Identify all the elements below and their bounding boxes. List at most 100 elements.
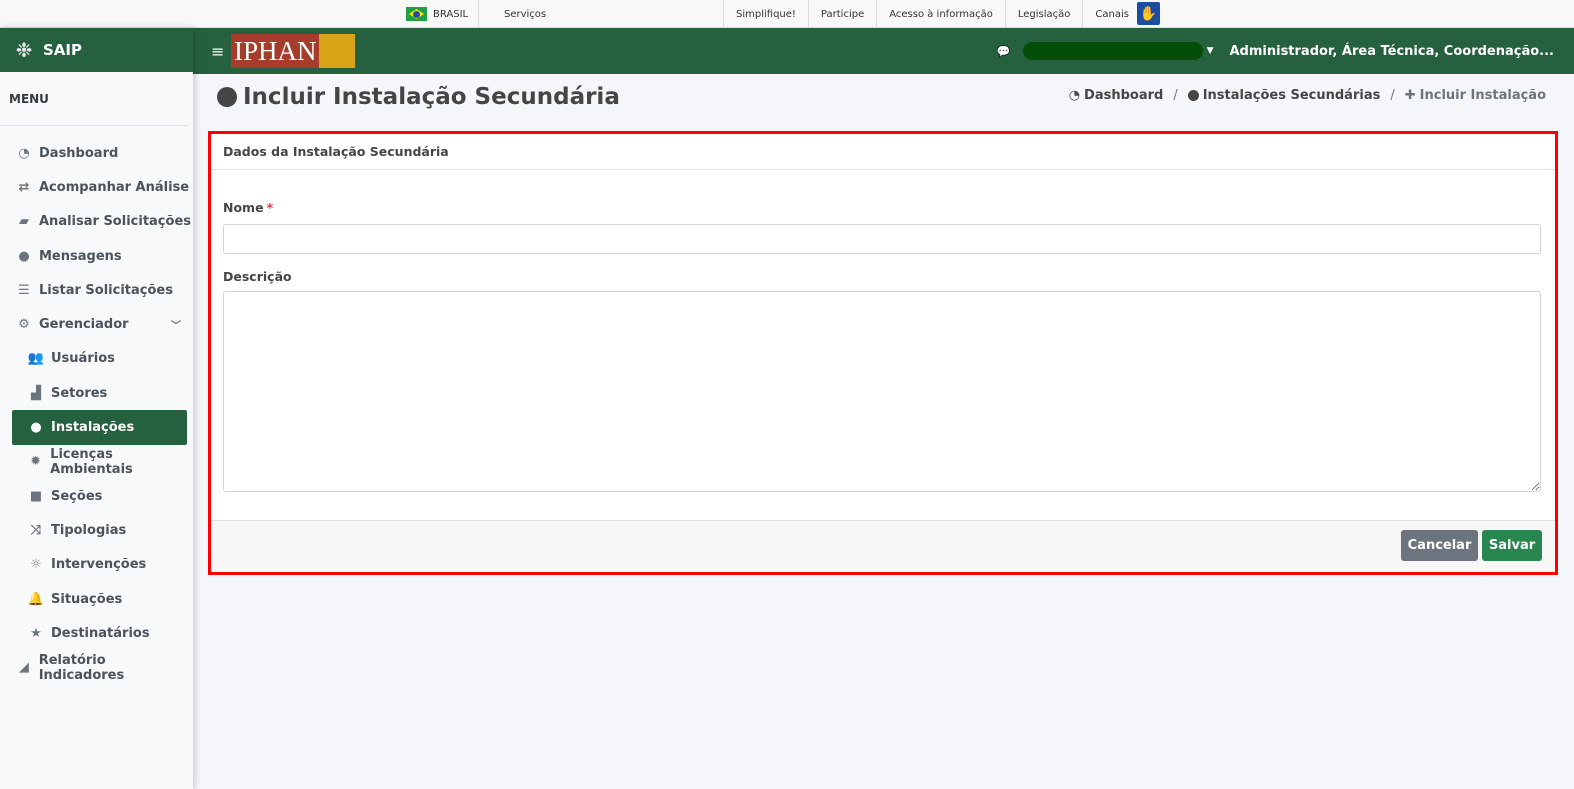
sidebar-item-intervencoes[interactable]: ☼ Intervenções	[0, 548, 193, 582]
sidebar-item-setores[interactable]: ▟ Setores	[0, 376, 193, 410]
nome-label: Nome *	[223, 200, 1541, 215]
user-name[interactable]: Administrador, Área Técnica, Coordenação…	[1229, 44, 1554, 59]
sidebar-item-dashboard[interactable]: ◔ Dashboard	[0, 136, 193, 170]
breadcrumb-dashboard[interactable]: Dashboard	[1084, 88, 1163, 103]
circle-icon	[217, 87, 237, 107]
gov-link-canais[interactable]: Canais	[1082, 0, 1141, 28]
breadcrumb-separator: /	[1390, 88, 1395, 103]
star-icon: ★	[30, 625, 42, 641]
top-navbar: ≡ IPHAN 💬 ▼ Administrador, Área Técnica,…	[193, 28, 1574, 74]
dashboard-icon: ◔	[18, 145, 30, 161]
sidebar-item-label: Gerenciador	[39, 317, 129, 333]
circle-icon	[1187, 90, 1199, 101]
gov-brasil-link[interactable]: BRASIL	[406, 0, 480, 28]
hamburger-menu-icon[interactable]: ≡	[211, 42, 227, 61]
exchange-icon: ⇄	[18, 179, 30, 195]
accessibility-hands-icon[interactable]: ✋	[1137, 2, 1160, 25]
descricao-textarea[interactable]	[223, 291, 1541, 492]
sidebar-item-tipologias[interactable]: ⤨ Tipologias	[0, 513, 193, 547]
gov-link-acesso[interactable]: Acesso à informação	[876, 0, 1005, 28]
sidebar-item-mensagens[interactable]: ● Mensagens	[0, 239, 193, 273]
sidebar-item-label: Licenças Ambientais	[50, 446, 133, 477]
card-body: Nome * Descrição	[211, 170, 1555, 496]
industry-icon: ▟	[31, 385, 41, 401]
gov-link-participe[interactable]: Participe	[807, 0, 876, 28]
sidebar-item-label: Intervenções	[51, 557, 147, 573]
descricao-label: Descrição	[223, 269, 292, 284]
sidebar: ❉ SAIP MENU ◔ Dashboard ⇄ Acompanhar Aná…	[0, 28, 193, 789]
page-title-text: Incluir Instalação Secundária	[243, 84, 620, 110]
certificate-icon: ✹	[30, 454, 42, 470]
brand-name: SAIP	[43, 41, 82, 59]
breadcrumb-current: Incluir Instalação	[1419, 88, 1546, 103]
iphan-logo: IPHAN	[231, 34, 355, 68]
sidebar-item-label: Mensagens	[39, 248, 122, 264]
sidebar-item-label: Instalações	[51, 420, 135, 436]
iphan-logo-emblem	[318, 34, 355, 68]
caret-down-icon[interactable]: ▼	[1207, 46, 1214, 56]
sidebar-item-gerenciador[interactable]: ⚙ Gerenciador ﹀	[0, 307, 193, 341]
form-card: Dados da Instalação Secundária Nome * Des…	[208, 131, 1558, 575]
sidebar-item-label: Usuários	[51, 351, 115, 367]
navbar-right: 💬 ▼ Administrador, Área Técnica, Coorden…	[997, 28, 1554, 74]
sidebar-item-situacoes[interactable]: 🔔 Situações	[0, 582, 193, 616]
gov-brasil-label: BRASIL	[433, 8, 469, 20]
sidebar-item-usuarios[interactable]: 👥 Usuários	[0, 342, 193, 376]
brand[interactable]: ❉ SAIP	[0, 28, 193, 72]
menu-title: MENU	[0, 72, 188, 126]
required-mark: *	[266, 200, 274, 215]
list-icon: ☰	[18, 282, 30, 298]
sidebar-item-label: Destinatários	[51, 625, 150, 641]
sidebar-item-destinatarios[interactable]: ★ Destinatários	[0, 616, 193, 650]
nome-label-text: Nome	[223, 200, 264, 215]
saip-logo-icon: ❉	[15, 38, 33, 62]
sidebar-item-label: Situações	[51, 591, 123, 607]
sidebar-item-analisar[interactable]: ▰ Analisar Solicitações	[0, 205, 193, 239]
area-chart-icon: ◢	[18, 660, 29, 676]
sidebar-item-secoes[interactable]: ■ Seções	[0, 479, 193, 513]
redacted-user-field[interactable]	[1022, 42, 1203, 60]
comments-icon: ●	[18, 248, 30, 264]
comment-icon[interactable]: 💬	[997, 45, 1011, 58]
sidebar-item-label: Acompanhar Análise	[39, 179, 190, 195]
random-icon: ⤨	[30, 522, 42, 538]
sun-icon: ☼	[30, 557, 42, 573]
gov-link-simplifique[interactable]: Simplifique!	[723, 0, 808, 28]
sidebar-item-label: Seções	[51, 488, 103, 504]
page-title: Incluir Instalação Secundária	[217, 84, 620, 110]
sidebar-item-label: Setores	[51, 385, 108, 401]
sidebar-item-relatorio[interactable]: ◢ Relatório Indicadores	[0, 650, 193, 684]
square-icon: ■	[29, 488, 43, 504]
sidebar-item-instalacoes[interactable]: ● Instalações	[12, 410, 187, 445]
sidebar-item-label: Listar Solicitações	[39, 282, 173, 298]
gov-services-link[interactable]: Serviços	[504, 0, 546, 28]
breadcrumb-separator: /	[1173, 88, 1178, 103]
gov-links: Simplifique! Participe Acesso à informaç…	[723, 0, 1141, 28]
brazil-flag-icon	[406, 7, 427, 21]
nome-input[interactable]	[223, 224, 1541, 254]
users-icon: 👥	[27, 351, 45, 367]
sidebar-item-listar[interactable]: ☰ Listar Solicitações	[0, 273, 193, 307]
save-button[interactable]: Salvar	[1482, 530, 1542, 561]
gov-link-legislacao[interactable]: Legislação	[1004, 0, 1083, 28]
circle-icon: ●	[30, 420, 42, 436]
sidebar-item-acompanhar[interactable]: ⇄ Acompanhar Análise	[0, 170, 193, 204]
sidebar-item-label: Relatório Indicadores	[38, 652, 125, 683]
sidebar-item-licencas[interactable]: ✹ Licenças Ambientais	[0, 445, 193, 479]
sidebar-item-label: Analisar Solicitações	[39, 214, 191, 230]
sidebar-item-label: Dashboard	[39, 145, 119, 161]
iphan-logo-text: IPHAN	[231, 34, 319, 68]
cogs-icon: ⚙	[18, 317, 30, 333]
breadcrumb: ◔ Dashboard / Instalações Secundárias / …	[1069, 88, 1546, 103]
card-title: Dados da Instalação Secundária	[211, 134, 1555, 170]
book-icon: ▰	[19, 214, 29, 230]
card-footer: Cancelar Salvar	[211, 520, 1555, 572]
breadcrumb-instalacoes[interactable]: Instalações Secundárias	[1203, 88, 1381, 103]
sidebar-item-label: Tipologias	[51, 522, 127, 538]
cancel-button[interactable]: Cancelar	[1401, 530, 1478, 561]
gov-bar: BRASIL Serviços Simplifique! Participe A…	[0, 0, 1574, 28]
plus-icon: ✚	[1404, 88, 1416, 103]
sidebar-nav: ◔ Dashboard ⇄ Acompanhar Análise ▰ Anali…	[0, 126, 193, 685]
bell-icon: 🔔	[27, 591, 45, 607]
dashboard-icon: ◔	[1068, 88, 1081, 103]
